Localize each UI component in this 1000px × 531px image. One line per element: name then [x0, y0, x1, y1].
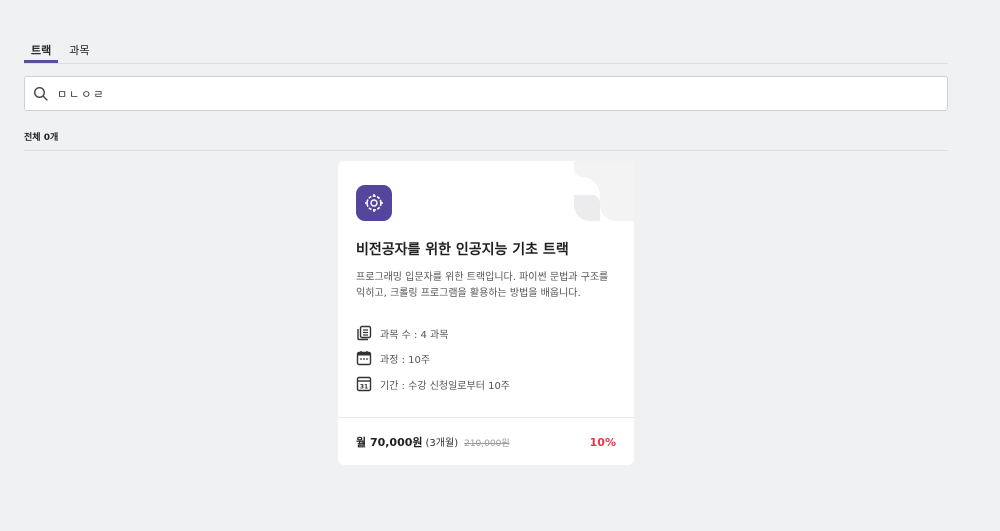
search-input[interactable]	[57, 87, 937, 100]
info-subject-count: 과목 수 : 4 과목	[356, 325, 448, 341]
tab-bar: 트랙 과목	[24, 36, 948, 64]
price-period: (3개월)	[425, 438, 459, 449]
calendar-icon	[356, 351, 372, 366]
monthly-price: 월 70,000원	[356, 436, 423, 449]
price-row: 월 70,000원 (3개월) 210,000원 10%	[356, 434, 616, 450]
info-text: 과정 : 10주	[380, 354, 431, 366]
track-card[interactable]: 비전공자를 위한 인공지능 기초 트랙 프로그래밍 입문자를 위한 트랙입니다.…	[338, 161, 634, 465]
card-title: 비전공자를 위한 인공지능 기초 트랙	[356, 242, 569, 258]
divider	[24, 150, 948, 151]
svg-text:31: 31	[360, 384, 368, 391]
search-icon	[33, 86, 48, 101]
result-count: 전체 0개	[24, 133, 59, 143]
info-course-length: 과정 : 10주	[356, 350, 430, 366]
tab-track[interactable]: 트랙	[24, 36, 59, 63]
info-period: 31 기간 : 수강 신청일로부터 10주	[356, 376, 510, 392]
ai-brain-icon	[356, 185, 392, 221]
info-text: 과목 수 : 4 과목	[380, 329, 449, 341]
original-price: 210,000원	[464, 439, 510, 449]
info-text: 기간 : 수강 신청일로부터 10주	[380, 380, 511, 392]
card-divider	[338, 417, 634, 418]
calendar-date-icon: 31	[356, 376, 372, 392]
search-box[interactable]	[24, 76, 948, 111]
card-corner-decoration	[574, 161, 634, 221]
book-stack-icon	[357, 325, 372, 341]
discount-badge: 10%	[589, 436, 616, 449]
tab-subject[interactable]: 과목	[62, 36, 96, 63]
card-description: 프로그래밍 입문자를 위한 트랙입니다. 파이썬 문법과 구조를 익히고, 크롤…	[356, 272, 609, 299]
